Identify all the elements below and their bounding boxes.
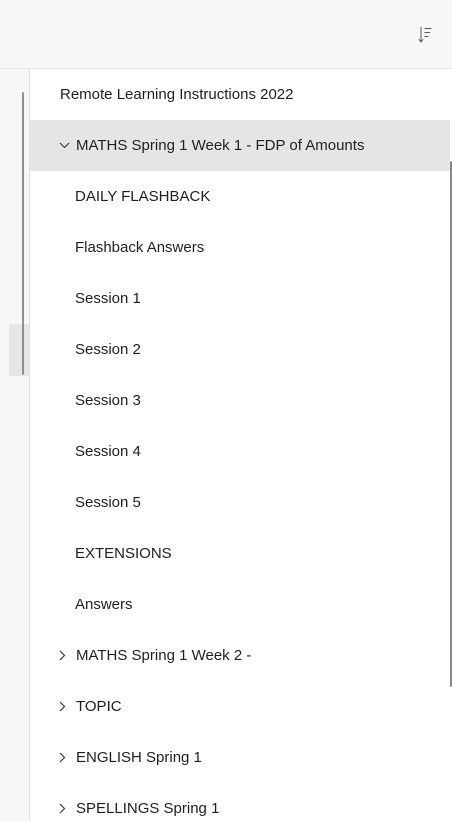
rail-scrollbar[interactable]	[22, 92, 24, 375]
sort-icon	[418, 27, 432, 43]
page-list-panel: Remote Learning Instructions 2022 MATHS …	[30, 69, 452, 821]
tree-item-label: EXTENSIONS	[75, 545, 172, 562]
tree-item-label: Session 2	[75, 341, 141, 358]
tree-item-flashback-answers[interactable]: Flashback Answers	[30, 222, 450, 273]
sort-button[interactable]	[412, 22, 438, 48]
tree-item-session-1[interactable]: Session 1	[30, 273, 450, 324]
chevron-right-icon[interactable]	[59, 701, 71, 712]
tree-item-label: TOPIC	[76, 698, 122, 715]
tree-item-label: Session 4	[75, 443, 141, 460]
chevron-right-icon[interactable]	[59, 803, 71, 814]
tree-item-remote-learning[interactable]: Remote Learning Instructions 2022	[30, 69, 450, 120]
tree-section-spellings[interactable]: SPELLINGS Spring 1	[30, 783, 450, 821]
tree-item-session-5[interactable]: Session 5	[30, 477, 450, 528]
tree-item-label: Remote Learning Instructions 2022	[60, 86, 294, 103]
tree-item-label: Session 1	[75, 290, 141, 307]
tree-item-session-2[interactable]: Session 2	[30, 324, 450, 375]
left-rail	[0, 69, 30, 821]
chevron-right-icon[interactable]	[59, 650, 71, 661]
tree-item-answers[interactable]: Answers	[30, 579, 450, 630]
tree-section-topic[interactable]: TOPIC	[30, 681, 450, 732]
tree-item-label: Session 5	[75, 494, 141, 511]
chevron-right-icon[interactable]	[59, 752, 71, 763]
toolbar	[0, 0, 452, 68]
tree-item-label: Session 3	[75, 392, 141, 409]
tree-section-english[interactable]: ENGLISH Spring 1	[30, 732, 450, 783]
tree-item-label: Answers	[75, 596, 133, 613]
tree-item-session-4[interactable]: Session 4	[30, 426, 450, 477]
tree-item-label: DAILY FLASHBACK	[75, 188, 211, 205]
tree-item-extensions[interactable]: EXTENSIONS	[30, 528, 450, 579]
tree-item-session-3[interactable]: Session 3	[30, 375, 450, 426]
tree-section-maths-week2[interactable]: MATHS Spring 1 Week 2 -	[30, 630, 450, 681]
tree-item-label: SPELLINGS Spring 1	[76, 800, 220, 817]
tree-item-label: MATHS Spring 1 Week 2 -	[76, 647, 252, 664]
rail-selected-indicator	[9, 324, 29, 376]
tree-item-daily-flashback[interactable]: DAILY FLASHBACK	[30, 171, 450, 222]
tree-item-label: Flashback Answers	[75, 239, 205, 256]
tree-section-maths-week1[interactable]: MATHS Spring 1 Week 1 - FDP of Amounts	[30, 120, 450, 171]
chevron-down-icon[interactable]	[59, 142, 71, 149]
tree-item-label: MATHS Spring 1 Week 1 - FDP of Amounts	[76, 137, 365, 154]
tree-item-label: ENGLISH Spring 1	[76, 749, 202, 766]
